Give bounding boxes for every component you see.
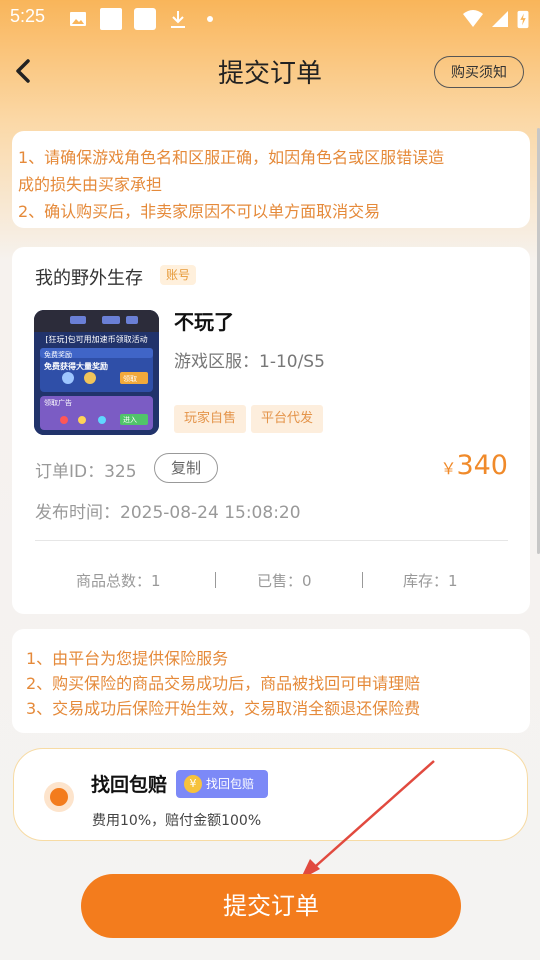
game-screenshot-image	[34, 310, 159, 435]
thumbnail-text-4: 领取	[123, 375, 137, 383]
insurance-description: 费用10%，赔付金额100%	[92, 813, 262, 829]
thumbnail-text-3: 领取广告	[44, 399, 72, 407]
insurance-info-line-1: 1、由平台为您提供保险服务	[26, 649, 229, 668]
notification-icon	[100, 8, 122, 30]
currency-symbol: ￥	[440, 459, 457, 478]
stat-total-label: 商品总数：	[76, 572, 152, 590]
battery-icon	[517, 10, 529, 29]
insurance-info-line-2: 2、购买保险的商品交易成功后，商品被找回可申请理赔	[26, 674, 421, 693]
stat-stock: 库存：1	[403, 570, 458, 591]
download-icon	[171, 11, 185, 28]
insurance-badge-label: 找回包赔	[206, 777, 255, 791]
stat-stock-label: 库存：	[403, 572, 449, 590]
stat-sold-label: 已售：	[257, 572, 303, 590]
annotation-arrow-icon	[300, 760, 435, 880]
publish-value: 2025-08-24 15:08:20	[120, 503, 301, 523]
product-thumbnail[interactable]: [狂玩]包可用加速币领取活动 免费奖励 免费获得大量奖励 领取广告 领取 进入	[34, 310, 159, 435]
account-type-tag: 账号	[160, 265, 197, 285]
stat-total-value: 1	[151, 572, 161, 590]
order-id-value: 325	[104, 462, 137, 482]
stat-sold-value: 0	[302, 572, 312, 590]
status-bar: 5:25	[0, 0, 540, 36]
stat-total: 商品总数：1	[76, 570, 161, 591]
status-time: 5:25	[10, 6, 46, 26]
order-id: 订单ID：325	[35, 457, 137, 482]
image-icon	[70, 12, 86, 26]
order-id-label: 订单ID：	[35, 462, 105, 482]
signal-icon	[492, 11, 508, 27]
region-value: 1-10/S5	[259, 352, 325, 372]
thumbnail-caption: [狂玩]包可用加速币领取活动	[45, 335, 148, 344]
delivery-tag: 平台代发	[251, 405, 324, 433]
notification-icon-2	[134, 8, 156, 30]
stat-separator	[215, 572, 216, 588]
thumbnail-text-5: 进入	[123, 416, 137, 424]
publish-label: 发布时间：	[35, 503, 120, 523]
thumbnail-text-1: 免费奖励	[44, 351, 72, 359]
copy-button[interactable]: 复制	[154, 453, 218, 483]
insurance-info-line-3: 3、交易成功后保险开始生效，交易取消全额退还保险费	[26, 699, 421, 718]
price-value: 340	[456, 450, 508, 481]
warning-line-2: 成的损失由买家承担	[18, 175, 163, 194]
submit-order-button[interactable]: 提交订单	[81, 874, 461, 938]
price: ￥340	[440, 450, 508, 481]
stat-sold: 已售：0	[257, 570, 312, 591]
seller-tag: 玩家自售	[174, 405, 247, 433]
thumbnail-text-2: 免费获得大量奖励	[44, 362, 108, 371]
stat-separator	[362, 572, 363, 588]
wifi-icon	[463, 10, 483, 27]
purchase-notice-button[interactable]: 购买须知	[434, 56, 524, 88]
dot-icon	[207, 16, 213, 22]
item-title: 不玩了	[174, 310, 234, 334]
divider	[35, 540, 508, 541]
game-region: 游戏区服：1-10/S5	[174, 347, 325, 372]
publish-time: 发布时间：2025-08-24 15:08:20	[35, 498, 301, 523]
region-label: 游戏区服：	[174, 352, 259, 372]
yen-coin-icon: ¥	[184, 775, 202, 793]
game-name: 我的野外生存	[35, 268, 143, 289]
insurance-title: 找回包赔	[91, 774, 168, 796]
radio-selected-dot	[50, 788, 68, 806]
warning-line-3: 2、确认购买后，非卖家原因不可以单方面取消交易	[18, 202, 381, 221]
warning-line-1: 1、请确保游戏角色名和区服正确，如因角色名或区服错误造	[18, 148, 445, 167]
stat-stock-value: 1	[448, 572, 458, 590]
